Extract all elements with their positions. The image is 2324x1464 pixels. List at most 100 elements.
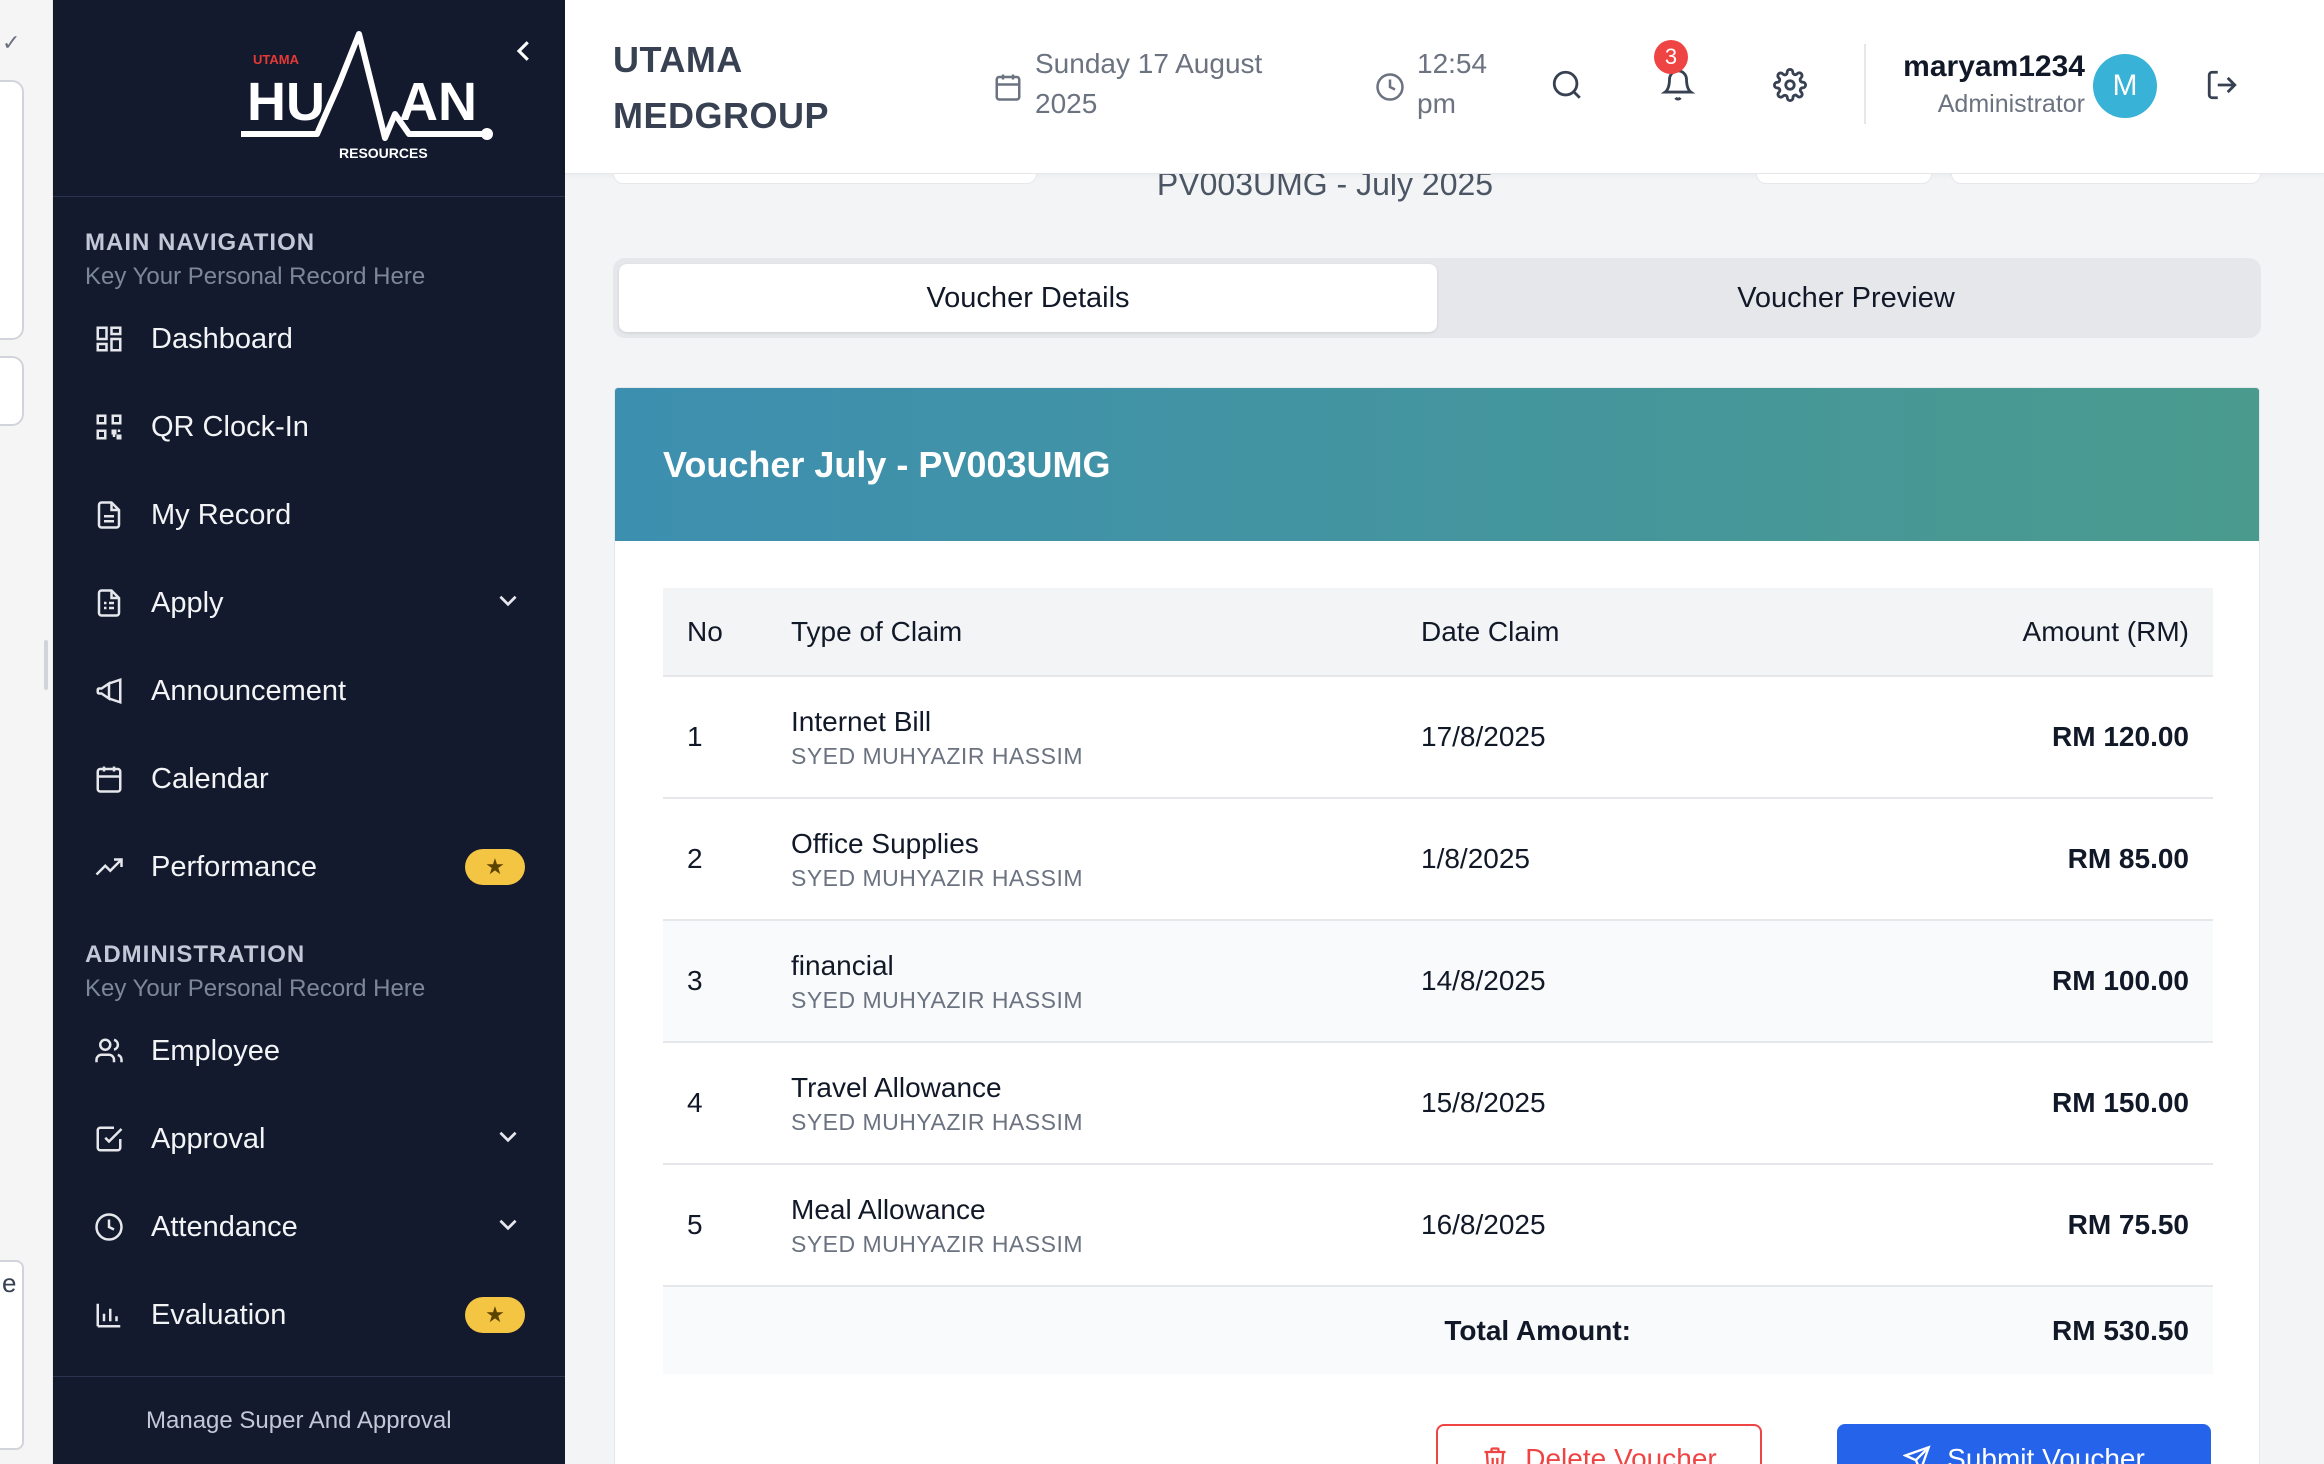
send-icon	[1903, 1445, 1931, 1464]
tab-voucher-details[interactable]: Voucher Details	[619, 264, 1437, 332]
form-icon	[93, 587, 125, 619]
sidebar: UTAMA HU AN RESOURCES MAIN NAVIGATION Ke…	[53, 0, 565, 1464]
cell-no: 5	[663, 1164, 791, 1287]
claims-table: No Type of Claim Date Claim Amount (RM) …	[663, 588, 2213, 1374]
calendar-icon	[995, 74, 1021, 101]
sidebar-item-approval[interactable]: Approval	[53, 1095, 565, 1183]
chevron-left-icon	[516, 41, 529, 61]
column-header-date: Date Claim	[1421, 588, 1841, 677]
calendar-icon	[93, 763, 125, 795]
claim-type: financial	[791, 949, 894, 981]
notification-badge: 3	[1654, 40, 1688, 74]
section-title-admin: ADMINISTRATION	[85, 941, 306, 968]
voucher-banner: Voucher July - PV003UMG	[615, 388, 2259, 541]
submit-voucher-label: Submit Voucher	[1947, 1443, 2145, 1464]
claim-person: SYED MUHYAZIR HASSIM	[791, 1230, 1083, 1257]
sidebar-item-label: QR Clock-In	[151, 410, 309, 443]
sidebar-item-label: Calendar	[151, 762, 269, 795]
resize-handle[interactable]	[44, 640, 48, 690]
qr-icon	[93, 411, 125, 443]
section-subtitle-main: Key Your Personal Record Here	[85, 263, 426, 290]
table-header-row: No Type of Claim Date Claim Amount (RM)	[663, 588, 2213, 677]
column-header-amount: Amount (RM)	[1841, 588, 2213, 677]
cell-type: Travel Allowance SYED MUHYAZIR HASSIM	[791, 1042, 1421, 1165]
claim-person: SYED MUHYAZIR HASSIM	[791, 864, 1083, 891]
cell-no: 1	[663, 676, 791, 799]
sidebar-item-qr-clock-in[interactable]: QR Clock-In	[53, 383, 565, 471]
sidebar-item-label: Approval	[151, 1122, 266, 1155]
sidebar-item-label: Employee	[151, 1034, 280, 1067]
table-row: 3 financial SYED MUHYAZIR HASSIM 14/8/20…	[663, 920, 2213, 1043]
svg-text:RESOURCES: RESOURCES	[339, 145, 428, 161]
star-icon: ★	[485, 1302, 505, 1327]
sidebar-item-evaluation[interactable]: Evaluation ★	[53, 1271, 565, 1359]
chevron-down-icon[interactable]	[495, 1123, 521, 1149]
cell-date: 14/8/2025	[1421, 920, 1841, 1043]
table-row: 1 Internet Bill SYED MUHYAZIR HASSIM 17/…	[663, 676, 2213, 799]
column-header-no: No	[663, 588, 791, 677]
dashboard-icon	[93, 323, 125, 355]
total-label: Total Amount:	[663, 1286, 1841, 1374]
star-badge: ★	[465, 1297, 525, 1333]
svg-text:UTAMA: UTAMA	[253, 52, 300, 67]
cell-no: 2	[663, 798, 791, 921]
background-panel	[0, 80, 24, 340]
cell-date: 1/8/2025	[1421, 798, 1841, 921]
summary-card	[1951, 174, 2261, 184]
chevron-down-icon[interactable]	[495, 1211, 521, 1237]
clock-icon	[93, 1211, 125, 1243]
date-text: Sunday 17 August 2025	[1035, 48, 1263, 119]
delete-voucher-button[interactable]: Delete Voucher	[1436, 1424, 1762, 1464]
collapse-sidebar-button[interactable]	[509, 36, 539, 66]
bar-chart-icon	[93, 1299, 125, 1331]
sidebar-item-employee[interactable]: Employee	[53, 1007, 565, 1095]
search-icon[interactable]	[1550, 68, 1584, 102]
cell-type: Meal Allowance SYED MUHYAZIR HASSIM	[791, 1164, 1421, 1287]
claim-person: SYED MUHYAZIR HASSIM	[791, 742, 1083, 769]
user-name[interactable]: maryam1234	[1895, 50, 2085, 84]
cell-date: 17/8/2025	[1421, 676, 1841, 799]
background-panel	[0, 356, 24, 426]
voucher-title: Voucher July - PV003UMG	[663, 443, 1111, 485]
section-title-main: MAIN NAVIGATION	[85, 229, 316, 256]
submit-voucher-button[interactable]: Submit Voucher	[1837, 1424, 2211, 1464]
cell-no: 4	[663, 1042, 791, 1165]
voucher-code-title: PV003UMG - July 2025	[1156, 174, 1494, 202]
star-icon: ★	[485, 854, 505, 879]
voucher-tabs: Voucher Details Voucher Preview	[613, 258, 2261, 338]
user-role: Administrator	[1937, 90, 2085, 118]
table-row: 5 Meal Allowance SYED MUHYAZIR HASSIM 16…	[663, 1164, 2213, 1287]
tab-voucher-preview[interactable]: Voucher Preview	[1437, 264, 2255, 332]
sidebar-item-performance[interactable]: Performance ★	[53, 823, 565, 911]
sidebar-item-my-record[interactable]: My Record	[53, 471, 565, 559]
sidebar-item-attendance[interactable]: Attendance	[53, 1183, 565, 1271]
check-square-icon	[93, 1123, 125, 1155]
background-window-edge: ✓ e	[0, 0, 53, 1464]
logo-area: UTAMA HU AN RESOURCES	[53, 0, 565, 197]
cell-no: 3	[663, 920, 791, 1043]
sidebar-item-label: Announcement	[151, 674, 347, 707]
cell-amount: RM 150.00	[1841, 1042, 2213, 1165]
megaphone-icon	[93, 675, 125, 707]
sidebar-item-apply[interactable]: Apply	[53, 559, 565, 647]
sidebar-item-announcement[interactable]: Announcement	[53, 647, 565, 735]
chevron-down-icon[interactable]	[495, 587, 521, 613]
star-badge: ★	[465, 849, 525, 885]
human-resources-logo[interactable]: UTAMA HU AN RESOURCES	[189, 30, 509, 170]
header-divider	[1864, 44, 1866, 124]
sidebar-footer-link[interactable]: Manage Super And Approval	[53, 1376, 565, 1464]
cell-amount: RM 120.00	[1841, 676, 2213, 799]
summary-card	[613, 174, 1037, 184]
gear-icon[interactable]	[1773, 68, 1807, 102]
delete-voucher-label: Delete Voucher	[1525, 1443, 1717, 1464]
cell-type: financial SYED MUHYAZIR HASSIM	[791, 920, 1421, 1043]
sidebar-item-calendar[interactable]: Calendar	[53, 735, 565, 823]
time-text: 12:54 pm	[1417, 48, 1488, 119]
sidebar-item-label: Apply	[151, 586, 224, 619]
avatar[interactable]: M	[2093, 54, 2157, 118]
cell-type: Internet Bill SYED MUHYAZIR HASSIM	[791, 676, 1421, 799]
sidebar-item-dashboard[interactable]: Dashboard	[53, 295, 565, 383]
logout-icon[interactable]	[2205, 68, 2239, 102]
claim-type: Travel Allowance	[791, 1071, 1002, 1103]
svg-text:AN: AN	[399, 72, 477, 132]
